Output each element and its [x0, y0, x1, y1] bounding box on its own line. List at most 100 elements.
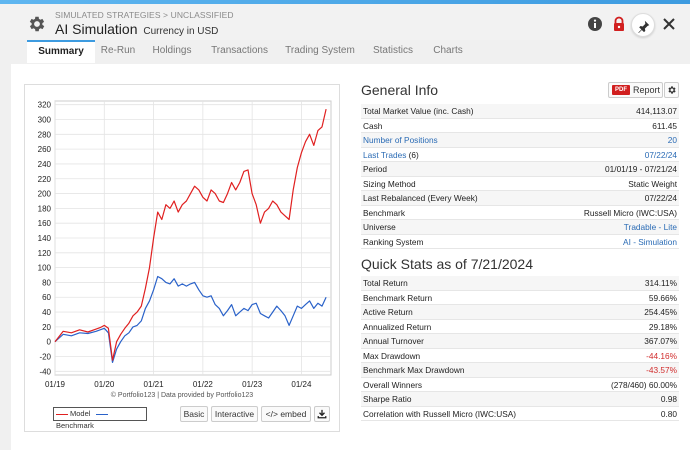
pin-button[interactable]	[631, 13, 655, 37]
general-info-title: General Info	[361, 82, 439, 98]
quick-stats-title: Quick Stats as of 7/21/2024	[361, 256, 533, 272]
table-row: Sizing Method Static Weight	[361, 177, 679, 191]
table-row: Benchmark Return 59.66%	[361, 291, 679, 305]
row-label-text[interactable]: Last Trades	[363, 150, 406, 160]
report-label: Report	[633, 85, 661, 95]
y-tick-label: 320	[38, 101, 52, 110]
tab-re-run[interactable]: Re-Run	[95, 40, 141, 63]
row-label-text[interactable]: Number of Positions	[363, 135, 438, 145]
row-value[interactable]: Tradable - Lite	[624, 220, 677, 235]
table-row: Correlation with Russell Micro (IWC:USA)…	[361, 407, 679, 422]
breadcrumb[interactable]: SIMULATED STRATEGIES > UNCLASSIFIED	[55, 10, 234, 20]
y-tick-label: 260	[38, 145, 52, 154]
y-tick-label: 40	[42, 308, 51, 317]
lock-icon[interactable]	[611, 16, 627, 32]
report-button[interactable]: PDF Report	[608, 82, 663, 98]
y-tick-label: 280	[38, 130, 52, 139]
row-value[interactable]: 20	[668, 133, 677, 148]
row-value: 07/22/24	[644, 193, 677, 203]
y-tick-label: 100	[38, 264, 52, 273]
row-label: Active Return	[363, 305, 413, 320]
row-label-text: Correlation with Russell Micro (IWC:USA)	[363, 408, 517, 419]
row-label: Max Drawdown	[363, 349, 420, 364]
row-label-text: Benchmark	[363, 207, 405, 218]
row-label: Last Trades (6)	[363, 148, 419, 163]
table-row: Overall Winners (278/460) 60.00%	[361, 378, 679, 392]
row-label-text: Total Market Value (inc. Cash)	[363, 106, 474, 116]
close-icon[interactable]	[661, 16, 677, 32]
y-tick-label: 240	[38, 160, 52, 169]
row-value: 414,113.07	[636, 106, 677, 116]
row-label: Annualized Return	[363, 320, 431, 335]
legend-benchmark[interactable]: Benchmark	[56, 421, 94, 430]
tab-summary[interactable]: Summary	[27, 40, 95, 63]
row-label-text: Sizing Method	[363, 178, 416, 189]
y-tick-label: 160	[38, 219, 52, 228]
legend-model[interactable]: Model	[70, 409, 90, 418]
table-row: Annual Turnover 367.07%	[361, 334, 679, 349]
x-tick-label: 01/23	[242, 380, 263, 389]
gear-icon[interactable]	[27, 14, 47, 34]
tab-trading-system[interactable]: Trading System	[279, 40, 361, 63]
table-row: Universe Tradable - Lite	[361, 220, 679, 235]
table-row: Last Trades (6) 07/22/24	[361, 148, 679, 163]
row-value: 59.66%	[648, 292, 677, 303]
legend-benchmark-swatch	[95, 413, 108, 415]
table-row: Number of Positions 20	[361, 133, 679, 148]
row-label: Number of Positions	[363, 133, 438, 148]
tab-holdings[interactable]: Holdings	[143, 40, 201, 63]
embed-button[interactable]: </> embed	[261, 406, 311, 422]
download-icon	[317, 409, 327, 419]
row-label-text: Annual Turnover	[363, 336, 424, 346]
row-value: 01/01/19 - 07/21/24	[605, 164, 677, 174]
row-label: Correlation with Russell Micro (IWC:USA)	[363, 407, 516, 422]
row-value: 0.80	[660, 408, 677, 419]
row-value: 314.11%	[644, 278, 677, 288]
settings-gear-icon	[668, 86, 676, 94]
quick-stats-table: Total Return 314.11% Benchmark Return 59.66…	[361, 276, 679, 421]
table-row: Cash 611.45	[361, 119, 679, 134]
info-icon[interactable]	[587, 16, 603, 32]
table-row: Last Rebalanced (Every Week) 07/22/24	[361, 191, 679, 206]
basic-chart-button[interactable]: Basic	[180, 406, 208, 422]
row-value: -43.57%	[646, 365, 677, 375]
chart-legend: Model Benchmark	[53, 407, 147, 430]
row-label: Total Market Value (inc. Cash)	[363, 104, 474, 119]
row-value[interactable]: 07/22/24	[645, 148, 677, 163]
currency-label: Currency in USD	[143, 26, 219, 37]
performance-chart: -40 -20 0 20 40 60 80 100 120 140 160 180 200 220 240 2…	[24, 84, 340, 432]
x-tick-label: 01/20	[94, 380, 115, 389]
interactive-chart-button[interactable]: Interactive	[211, 406, 258, 422]
row-label-text: Overall Winners	[363, 379, 423, 390]
download-button[interactable]	[314, 406, 330, 422]
y-tick-label: 80	[42, 278, 51, 287]
row-value: (278/460) 60.00%	[611, 379, 677, 390]
row-value: Russell Micro (IWC:USA)	[583, 207, 677, 218]
row-label-text: Last Rebalanced (Every Week)	[363, 193, 478, 203]
row-label: Ranking System	[363, 235, 423, 250]
page-title: AI Simulation Currency in USD	[55, 21, 218, 37]
row-value[interactable]: AI - Simulation	[623, 235, 677, 250]
table-row: Total Market Value (inc. Cash) 414,113.07	[361, 104, 679, 119]
x-tick-label: 01/24	[291, 380, 312, 389]
chart-copyright: © Portfolio123 | Data provided by Portfo…	[110, 392, 254, 399]
table-row: Ranking System AI - Simulation	[361, 235, 679, 250]
tab-charts[interactable]: Charts	[424, 40, 472, 63]
row-value: 0.98	[660, 394, 677, 404]
performance-chart-svg[interactable]: -40 -20 0 20 40 60 80 100 120 140 160 180 200 220 240 2…	[25, 85, 339, 391]
table-row: Benchmark Max Drawdown -43.57%	[361, 363, 679, 378]
pin-icon	[638, 20, 650, 33]
row-label-text: Universe	[363, 222, 396, 232]
table-row: Sharpe Ratio 0.98	[361, 392, 679, 407]
row-label: Period	[363, 162, 387, 177]
settings-button[interactable]	[664, 82, 679, 98]
tab-statistics[interactable]: Statistics	[364, 40, 422, 63]
row-label: Cash	[363, 119, 382, 134]
y-tick-label: 180	[38, 204, 52, 213]
row-label-text: Annualized Return	[363, 321, 432, 332]
table-row: Total Return 314.11%	[361, 276, 679, 291]
tab-transactions[interactable]: Transactions	[203, 40, 276, 63]
y-tick-label: 140	[38, 234, 52, 243]
page-title-text: AI Simulation	[55, 21, 138, 37]
table-row: Max Drawdown -44.16%	[361, 349, 679, 364]
